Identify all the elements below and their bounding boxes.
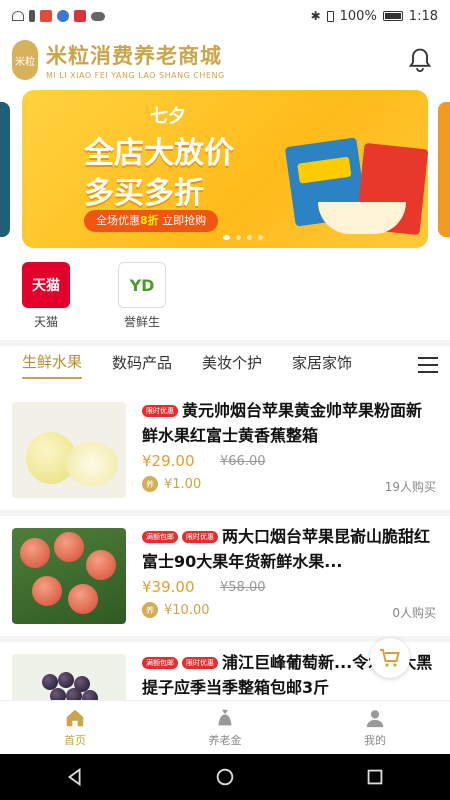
home-icon [66,709,84,727]
banner-prev-peek [0,102,10,237]
app-red-icon [40,10,52,22]
app-mail-icon [74,10,86,22]
carousel-indicator [223,235,263,240]
nav-profile[interactable]: 我的 [300,701,450,754]
product-price: ¥29.00 [142,452,195,470]
shortcut-yuxiansheng[interactable]: YD 誉鲜生 [114,262,170,334]
sold-count: 19人购买 [384,480,436,494]
battery-icon [382,11,403,21]
home-circle-icon[interactable] [214,766,236,788]
product-price: ¥39.00 [142,578,195,596]
banner-headline: 全店大放价 [84,136,234,171]
system-nav-bar [0,754,450,800]
tmall-icon: 天猫 [22,262,70,308]
notification-icons [12,10,105,22]
promo-tag: 满额包邮 [142,657,178,669]
banner-next-peek [438,102,450,237]
product-image [12,528,126,624]
promo-tag: 满额包邮 [142,531,178,543]
brand-logo: 米粒 [12,40,38,80]
nav-label: 我的 [364,734,386,747]
coin-icon: 养 [142,602,158,618]
promo-tag: 限时优惠 [182,657,218,669]
shortcut-row: 天猫 天猫 YD 誉鲜生 [0,262,450,334]
cloud-icon [91,11,105,21]
clock: 1:18 [408,8,438,24]
banner-slide[interactable]: 七夕 全店大放价 多买多折 全场优惠8折 立即抢购 [22,90,428,248]
carousel-dot[interactable] [236,235,241,240]
wifi-icon [12,11,24,21]
carousel-dot[interactable] [247,235,252,240]
nav-label: 首页 [64,734,86,747]
nav-label: 养老金 [208,734,242,747]
product-title: 满额包邮 限时优惠 两大口烟台苹果昆嵛山脆甜红富士90大果年货新鲜水果... [142,527,431,571]
list-item[interactable]: 满额包邮 限时优惠 两大口烟台苹果昆嵛山脆甜红富士90大果年货新鲜水果... ¥39… [0,516,450,642]
shortcut-tmall[interactable]: 天猫 天猫 [18,262,74,334]
original-price: ¥66.00 [220,454,266,469]
section-divider [0,340,450,346]
app-header: 米粒 米粒消费养老商城 MI LI XIAO FEI YANG LAO SHAN… [0,32,450,88]
category-tabs: 生鲜水果 数码产品 美妆个护 家居家饰 [0,348,450,382]
banner-carousel[interactable]: 七夕 全店大放价 多买多折 全场优惠8折 立即抢购 [0,90,450,250]
shortcut-label: 誉鲜生 [123,315,160,329]
product-image [12,402,126,498]
cart-icon [380,649,400,667]
status-bar: ✱ 100% 1:18 [0,0,450,32]
brand: 米粒消费养老商城 MI LI XIAO FEI YANG LAO SHANG C… [46,40,225,80]
banner-event: 七夕 [150,106,186,127]
cart-button[interactable] [370,638,410,678]
nav-home[interactable]: 首页 [0,701,150,754]
menu-icon[interactable] [418,357,438,373]
user-icon [366,710,384,728]
bottom-nav: 首页 养老金 我的 [0,700,450,754]
pension-reward: 养 ¥10.00 [142,602,210,618]
tab-fresh-fruit[interactable]: 生鲜水果 [22,351,83,379]
promo-tag: 限时优惠 [142,405,178,417]
brand-subtitle: MI LI XIAO FEI YANG LAO SHANG CHENG [46,71,225,80]
brand-name: 米粒消费养老商城 [46,44,222,68]
original-price: ¥58.00 [220,580,266,595]
carousel-dot[interactable] [258,235,263,240]
tab-home[interactable]: 家居家饰 [292,352,352,378]
usb-icon [29,10,35,22]
carousel-dot[interactable] [223,235,230,240]
promo-tag: 限时优惠 [182,531,218,543]
nav-pension[interactable]: 养老金 [150,701,300,754]
pension-reward: 养 ¥1.00 [142,476,201,492]
recents-icon[interactable] [364,766,386,788]
bluetooth-icon: ✱ [310,9,321,23]
product-title: 限时优惠 黄元帅烟台苹果黄金帅苹果粉面新鲜水果红富士黄香蕉整箱 [142,401,423,445]
money-bag-icon [218,709,232,726]
app-blue-icon [57,10,69,22]
vibrate-icon [326,10,334,22]
back-icon[interactable] [64,766,86,788]
list-item[interactable]: 限时优惠 黄元帅烟台苹果黄金帅苹果粉面新鲜水果红富士黄香蕉整箱 ¥29.00 ¥6… [0,390,450,516]
coin-icon: 养 [142,476,158,492]
shortcut-label: 天猫 [33,315,58,329]
banner-cta[interactable]: 全场优惠8折 立即抢购 [84,210,219,232]
banner-subheadline: 多买多折 [84,176,204,211]
bell-icon[interactable] [406,46,434,74]
tab-beauty[interactable]: 美妆个护 [202,352,262,378]
yd-icon: YD [118,262,166,308]
system-indicators: ✱ 100% 1:18 [311,9,438,24]
battery-percent: 100% [339,8,377,24]
tab-digital[interactable]: 数码产品 [112,352,172,378]
sold-count: 0人购买 [392,606,436,620]
